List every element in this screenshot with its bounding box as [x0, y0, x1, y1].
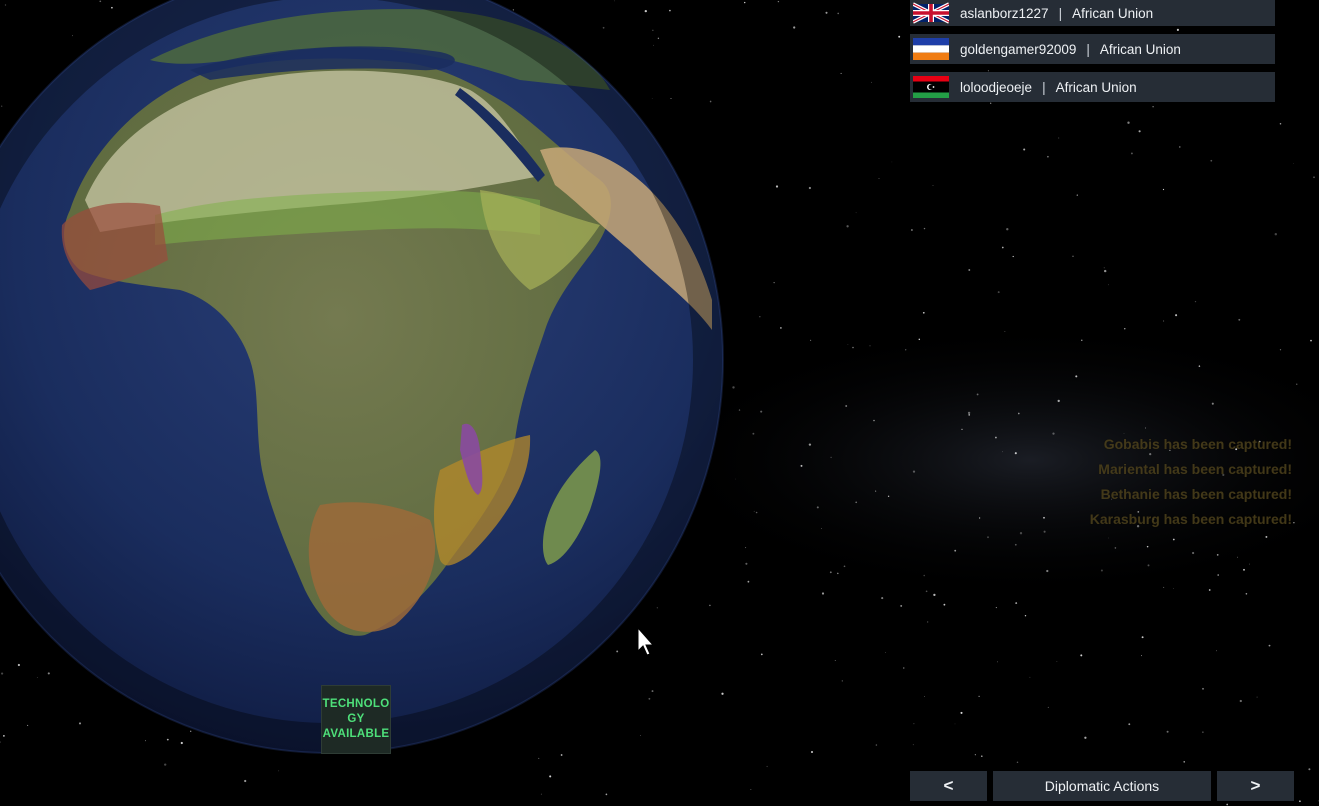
orange-white-blue-flag-icon [913, 38, 949, 60]
tech-label-line: TECHNOLO [322, 698, 390, 710]
player-name: goldengamer92009 [960, 41, 1077, 57]
libya-flag-icon [913, 76, 949, 98]
player-row[interactable]: aslanborz1227 | African Union [910, 0, 1275, 26]
capture-message: Mariental has been captured! [1098, 461, 1292, 477]
separator: | [1086, 41, 1090, 57]
player-faction: African Union [1055, 79, 1137, 95]
previous-button[interactable]: < [910, 771, 987, 801]
separator: | [1058, 5, 1063, 21]
technology-available-button[interactable]: TECHNOLO GY AVAILABLE [321, 685, 391, 754]
player-row[interactable]: goldengamer92009 | African Union [910, 34, 1275, 64]
uk-flag-icon [913, 2, 949, 24]
tech-label-line: GY [347, 713, 365, 725]
diplomacy-nav: < Diplomatic Actions > [910, 771, 1294, 801]
capture-message: Karasburg has been captured! [1089, 511, 1292, 527]
capture-message: Bethanie has been captured! [1100, 486, 1292, 502]
player-row[interactable]: loloodjeoeje | African Union [910, 72, 1275, 102]
separator: | [1042, 79, 1046, 95]
player-faction: African Union [1099, 41, 1181, 57]
player-name: aslanborz1227 [960, 5, 1049, 21]
diplomatic-actions-button[interactable]: Diplomatic Actions [993, 771, 1211, 801]
player-faction: African Union [1072, 5, 1154, 21]
next-button[interactable]: > [1217, 771, 1294, 801]
player-name: loloodjeoeje [960, 79, 1033, 95]
capture-log: Gobabis has been captured! Mariental has… [1090, 432, 1292, 532]
mouse-cursor-icon [637, 627, 655, 656]
globe-viewport[interactable] [0, 0, 1319, 806]
capture-message: Gobabis has been captured! [1103, 436, 1292, 452]
tech-label-line: AVAILABLE [322, 728, 390, 740]
player-list: aslanborz1227 | African Union goldengame… [910, 0, 1275, 110]
